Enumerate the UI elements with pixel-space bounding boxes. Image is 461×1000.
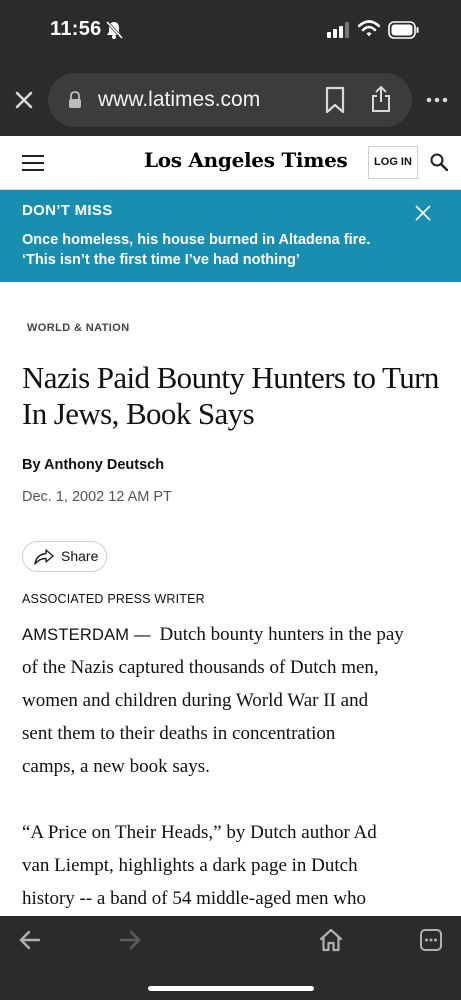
site-logo[interactable]: Los Angeles Times — [144, 148, 348, 172]
dateline-city: AMSTERDAM — — [22, 626, 151, 644]
publish-date: Dec. 1, 2002 12 AM PT — [22, 489, 172, 505]
bookmark-icon[interactable] — [324, 86, 346, 114]
article-headline: Nazis Paid Bounty Hunters to Turn In Jew… — [22, 360, 442, 432]
paragraph-line: history -- a band of 54 middle-aged men … — [22, 888, 367, 909]
banner-kicker: DON’T MISS — [22, 202, 113, 219]
more-options-icon[interactable] — [426, 96, 448, 104]
battery-icon — [388, 21, 419, 39]
status-time: 11:56 — [50, 18, 102, 40]
share-arrow-icon — [34, 549, 54, 565]
forward-arrow-icon[interactable] — [119, 930, 141, 950]
home-indicator[interactable] — [148, 986, 314, 991]
browser-toolbar: www.latimes.com — [0, 62, 461, 136]
banner-headline-line[interactable]: Once homeless, his house burned in Altad… — [22, 232, 370, 248]
paragraph-line: camps, a new book says. — [22, 756, 210, 777]
close-icon[interactable] — [14, 90, 34, 110]
status-bar: 11:56 — [0, 0, 461, 62]
dont-miss-banner[interactable]: DON’T MISS Once homeless, his house burn… — [0, 190, 461, 282]
banner-headline-line[interactable]: ‘This isn’t the first time I’ve had noth… — [22, 252, 300, 268]
paragraph-line: sent them to their deaths in concentrati… — [22, 723, 336, 744]
wifi-icon — [358, 20, 380, 37]
address-bar[interactable]: www.latimes.com — [48, 73, 412, 127]
site-header: Los Angeles Times LOG IN — [0, 136, 461, 190]
share-icon[interactable] — [370, 85, 392, 113]
share-button[interactable]: Share — [22, 541, 107, 572]
menu-icon[interactable] — [22, 154, 44, 172]
url-text: www.latimes.com — [98, 88, 261, 111]
login-button[interactable]: LOG IN — [368, 146, 418, 179]
wire-service-label: ASSOCIATED PRESS WRITER — [22, 592, 205, 606]
back-arrow-icon[interactable] — [19, 930, 41, 950]
search-icon[interactable] — [430, 153, 448, 171]
browser-bottom-toolbar — [0, 916, 461, 1000]
lock-icon — [69, 91, 81, 108]
paragraph-line: van Liempt, highlights a dark page in Du… — [22, 855, 358, 876]
home-icon[interactable] — [319, 928, 343, 952]
paragraph-line: AMSTERDAM — Dutch bounty hunters in the … — [22, 624, 404, 645]
tabs-overview-icon[interactable] — [419, 928, 443, 952]
paragraph-line: of the Nazis captured thousands of Dutch… — [22, 657, 379, 678]
paragraph-line: women and children during World War II a… — [22, 690, 369, 711]
bell-off-icon — [105, 20, 124, 40]
cellular-signal-icon — [327, 22, 349, 38]
share-label: Share — [61, 548, 99, 564]
paragraph-line: “A Price on Their Heads,” by Dutch autho… — [22, 822, 377, 843]
close-icon[interactable] — [414, 204, 432, 222]
section-label[interactable]: WORLD & NATION — [27, 322, 130, 334]
headline-line: In Jews, Book Says — [22, 396, 255, 431]
byline: By Anthony Deutsch — [22, 457, 165, 473]
headline-line: Nazis Paid Bounty Hunters to Turn — [22, 360, 439, 395]
